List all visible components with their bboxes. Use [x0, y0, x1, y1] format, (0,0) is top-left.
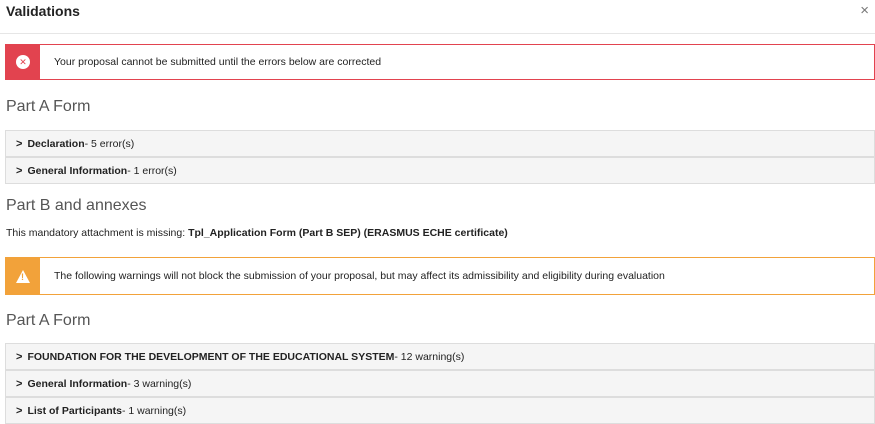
accordion-label: FOUNDATION FOR THE DEVELOPMENT OF THE ED…	[27, 350, 395, 363]
accordion-label: General Information	[27, 164, 128, 177]
accordion-count: - 5 error(s)	[84, 137, 135, 150]
accordion-count: - 1 error(s)	[127, 164, 177, 177]
chevron-right-icon: >	[16, 377, 23, 390]
warning-alert-icon-box: !	[6, 258, 40, 294]
accordion-label: General Information	[27, 377, 128, 390]
close-icon[interactable]: ×	[860, 3, 869, 18]
error-alert-message: Your proposal cannot be submitted until …	[54, 56, 382, 68]
accordion-general-information-warnings[interactable]: > General Information - 3 warning(s)	[5, 370, 875, 397]
accordion-count: - 12 warning(s)	[394, 350, 465, 363]
chevron-right-icon: >	[16, 350, 23, 363]
warning-alert-message: The following warnings will not block th…	[54, 270, 665, 282]
warnings-part-a-title: Part A Form	[6, 312, 91, 329]
missing-attachment-text: This mandatory attachment is missing: Tp…	[6, 227, 508, 239]
accordion-count: - 1 warning(s)	[121, 404, 187, 417]
accordion-count: - 3 warning(s)	[127, 377, 192, 390]
accordion-list-of-participants-warnings[interactable]: > List of Participants - 1 warning(s)	[5, 397, 875, 424]
chevron-right-icon: >	[16, 164, 23, 177]
missing-attachment-name: Tpl_Application Form (Part B SEP) (ERASM…	[188, 227, 508, 239]
accordion-foundation-warnings[interactable]: > FOUNDATION FOR THE DEVELOPMENT OF THE …	[5, 343, 875, 370]
chevron-right-icon: >	[16, 404, 23, 417]
warning-triangle-icon: !	[16, 269, 30, 283]
accordion-label: List of Participants	[27, 404, 122, 417]
error-circle-icon: ✕	[16, 55, 30, 69]
error-alert-icon-box: ✕	[6, 45, 40, 79]
errors-part-a-title: Part A Form	[6, 98, 91, 115]
chevron-right-icon: >	[16, 137, 23, 150]
error-alert: ✕ Your proposal cannot be submitted unti…	[5, 44, 875, 80]
dialog-title: Validations	[6, 3, 80, 19]
warning-alert: ! The following warnings will not block …	[5, 257, 875, 295]
dialog-header: Validations ×	[0, 0, 875, 34]
accordion-label: Declaration	[27, 137, 85, 150]
accordion-declaration-errors[interactable]: > Declaration - 5 error(s)	[5, 130, 875, 157]
errors-part-b-title: Part B and annexes	[6, 197, 147, 214]
missing-attachment-prefix: This mandatory attachment is missing:	[6, 227, 189, 239]
accordion-general-information-errors[interactable]: > General Information - 1 error(s)	[5, 157, 875, 184]
